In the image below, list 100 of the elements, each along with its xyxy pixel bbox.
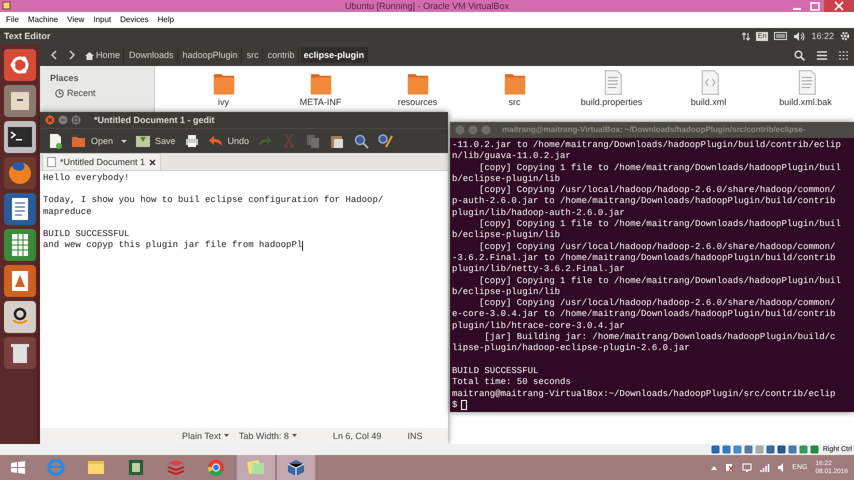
maximize-icon[interactable] xyxy=(71,115,81,125)
presentation-icon[interactable] xyxy=(4,265,36,297)
sidebar-item[interactable]: Recent xyxy=(50,87,154,99)
spreadsheet-icon[interactable] xyxy=(4,229,36,261)
volume-icon[interactable] xyxy=(794,32,806,40)
text-area[interactable]: Hello everybody! Today, I show you how to buil eclipse configuration for Hadoop/ mapreduce BUILD SUCCESSFUL and wew copyp this plugin jar file from hadoopPl xyxy=(40,171,448,428)
file-name[interactable]: META-INF xyxy=(300,97,342,108)
clipboard-icon xyxy=(329,133,346,149)
document-icon[interactable] xyxy=(4,193,36,225)
terminal-line: BUILD SUCCESSFUL xyxy=(452,366,540,378)
list-view-icon[interactable] xyxy=(817,50,827,60)
open-button[interactable]: Open xyxy=(70,131,114,151)
clock[interactable]: 16:22 xyxy=(811,32,834,40)
terminal-line: b/eclipse-plugin/lib xyxy=(452,174,562,186)
breadcrumb[interactable]: Downloads xyxy=(126,47,178,63)
document-icon xyxy=(47,157,56,167)
minimize-icon[interactable] xyxy=(58,115,68,125)
tab-width-selector[interactable]: Tab Width: 8 xyxy=(238,432,297,440)
terminal-line: p-auth-2.6.0.jar to /home/maitrang/Downloads/hadoopPlugin/build/contrib xyxy=(452,196,836,208)
app-name: Text Editor xyxy=(4,32,50,40)
save-button[interactable]: Save xyxy=(134,131,177,151)
terminal-line: -11.0.2.jar to /home/maitrang/Downloads/hadoopPlugin/build/contrib/eclip xyxy=(452,140,842,152)
clock-icon xyxy=(55,88,64,98)
settings-icon[interactable] xyxy=(840,31,850,41)
copy-icon xyxy=(305,133,322,149)
breadcrumb[interactable]: hadoopPlugin xyxy=(180,47,242,63)
file-name[interactable]: ivy xyxy=(218,97,229,108)
undo-button[interactable]: Undo xyxy=(206,131,250,151)
search-icon[interactable] xyxy=(794,50,805,60)
terminal-line: [copy] Copying /usr/local/hadoop/hadoop-2.6.0/share/hadoop/common/ xyxy=(478,242,836,253)
file-name[interactable]: build.properties xyxy=(580,97,642,108)
file-name[interactable]: build.xml xyxy=(690,97,726,108)
text-cursor xyxy=(302,240,304,251)
breadcrumb[interactable]: contrib xyxy=(264,47,299,63)
terminal-line: e-core-3.0.4.jar to /home/maitrang/Downloads/hadoopPlugin/build/contrib xyxy=(452,309,836,321)
terminal-line: [copy] Copying 1 file to /home/maitrang/Downloads/hadoopPlugin/buil xyxy=(478,162,842,174)
terminal-line: [copy] Copying /usr/local/hadoop/hadoop-2.6.0/share/hadoop/common/ xyxy=(478,185,836,196)
file-name[interactable]: build.xml.bak xyxy=(779,97,832,108)
menu-item[interactable]: View xyxy=(67,16,84,24)
close-icon[interactable] xyxy=(149,158,156,166)
prompt: $ xyxy=(452,400,458,412)
breadcrumb[interactable]: eclipse-plugin xyxy=(300,47,368,63)
caret-icon xyxy=(224,434,229,438)
breadcrumb[interactable]: src xyxy=(244,47,263,63)
ubuntu-logo-icon[interactable] xyxy=(4,49,36,81)
terminal-line: [copy] Copying 1 file to /home/maitrang/Downloads/hadoopPlugin/buil xyxy=(478,219,842,230)
terminal-line: plugin/lib/netty-3.6.2.Final.jar xyxy=(452,264,626,276)
terminal-line: -3.6.2.Final.jar to /home/maitrang/Downloads/hadoopPlugin/build/contrib xyxy=(452,252,836,264)
network-icon[interactable] xyxy=(742,463,752,472)
caret-icon xyxy=(292,434,297,438)
window-title: maitrang@maitrang-VirtualBox: ~/Downloads/hadoopPlugin/src/contrib/eclipse- xyxy=(502,126,806,134)
terminal-line: [jar] Building jar: /home/maitrang/Downloads/hadoopPlugin/build/c xyxy=(483,332,836,344)
volume-icon[interactable] xyxy=(778,463,784,472)
menu-item[interactable]: Input xyxy=(93,16,112,24)
menu-item[interactable]: Machine xyxy=(28,16,58,24)
terminal-line: plugin/lib/htrace-core-3.0.4.jar xyxy=(452,320,626,332)
text-line: Today, I show you how to buil eclipse configuration for Hadoop/ xyxy=(43,195,384,207)
menu-item[interactable]: Devices xyxy=(120,16,149,24)
text-line: mapreduce xyxy=(43,206,92,218)
terminal-line: [copy] Copying /usr/local/hadoop/hadoop-2.6.0/share/hadoop/common/ xyxy=(478,298,836,310)
home-icon xyxy=(85,50,94,60)
window-title: *Untitled Document 1 - gedit xyxy=(94,116,215,124)
trash-icon[interactable] xyxy=(4,337,36,369)
caret-icon[interactable] xyxy=(711,466,718,470)
breadcrumb[interactable]: Home xyxy=(82,47,124,63)
sidebar-heading: Places xyxy=(50,72,80,84)
caret-icon xyxy=(121,140,128,142)
battery-icon[interactable] xyxy=(774,32,788,40)
cursor-position: Ln 6, Col 49 xyxy=(332,432,382,440)
cube-icon[interactable] xyxy=(276,455,316,480)
close-icon[interactable] xyxy=(824,0,854,12)
text-line: Hello everybody! xyxy=(43,173,130,184)
document-tab[interactable]: *Untitled Document 1 xyxy=(42,153,162,170)
text-line: BUILD SUCCESSFUL xyxy=(43,228,130,240)
signal-icon[interactable] xyxy=(760,463,770,472)
terminal-line: b/eclipse-plugin/lib xyxy=(452,230,562,242)
search-icon xyxy=(353,133,370,149)
file-name[interactable]: resources xyxy=(398,97,438,108)
file-cabinet-icon[interactable] xyxy=(4,85,36,117)
file-name[interactable]: src xyxy=(508,97,520,108)
grid-view-icon[interactable] xyxy=(839,50,848,60)
terminal-icon[interactable] xyxy=(4,121,36,153)
terminal-line: Total time: 50 seconds xyxy=(452,377,572,389)
find-replace-icon xyxy=(377,133,394,149)
shopping-icon[interactable] xyxy=(4,301,36,333)
menu-item[interactable]: Help xyxy=(158,16,174,24)
transfer-icon[interactable] xyxy=(742,32,750,40)
language-selector[interactable]: Plain Text xyxy=(182,432,229,440)
text-line: and wew copyp this plugin jar file from hadoopPl xyxy=(43,240,302,252)
new-document-icon xyxy=(47,133,63,149)
firefox-icon[interactable] xyxy=(4,157,36,189)
terminal-line: plugin/lib/hadoop-auth-2.6.0.jar xyxy=(452,208,626,220)
insert-mode: INS xyxy=(407,432,422,440)
menu-item[interactable]: File xyxy=(6,16,19,24)
terminal-line: maitrang@maitrang-VirtualBox:~/Downloads/hadoopPlugin/src/contrib/eclip xyxy=(452,388,836,400)
tab-label: *Untitled Document 1 xyxy=(60,158,146,166)
terminal-cursor xyxy=(461,400,468,410)
terminal-line: b/eclipse-plugin/lib xyxy=(452,286,562,298)
terminal-line: lipse-plugin/hadoop-eclipse-plugin-2.6.0.jar xyxy=(452,343,691,355)
terminal-line: n/lib/guava-11.0.2.jar xyxy=(452,151,572,163)
